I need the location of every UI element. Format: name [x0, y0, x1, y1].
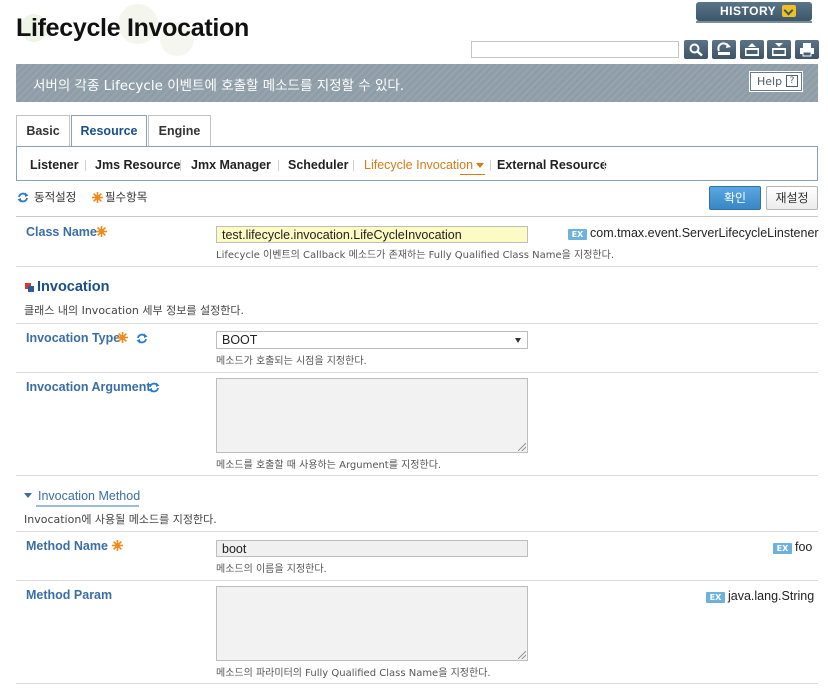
- subnav-separator: [490, 160, 491, 171]
- subnav-separator: [353, 160, 354, 171]
- divider: [16, 580, 818, 581]
- example-badge: EX: [568, 229, 587, 240]
- method-param-example: java.lang.String: [728, 589, 815, 603]
- subnav-separator: [180, 160, 181, 171]
- dropdown-arrow-icon: [515, 338, 521, 343]
- example-badge: EX: [773, 543, 792, 554]
- invocation-type-label: Invocation Type: [26, 331, 121, 345]
- divider: [16, 683, 818, 684]
- subnav-item-jms-resource[interactable]: Jms Resource: [95, 158, 180, 172]
- method-name-label: Method Name: [26, 539, 108, 553]
- section-underline: [36, 505, 139, 507]
- invocation-type-value: BOOT: [222, 333, 258, 347]
- legend-required-label: 필수항목: [105, 190, 148, 204]
- method-param-textarea[interactable]: [216, 586, 528, 661]
- subnav-item-listener[interactable]: Listener: [30, 158, 79, 172]
- help-button[interactable]: Help ?: [749, 71, 803, 92]
- tab-resource[interactable]: Resource: [71, 115, 147, 148]
- chevron-down-icon: [782, 5, 796, 17]
- method-name-help: 메소드의 이름을 지정한다.: [216, 564, 327, 575]
- history-label: HISTORY: [720, 4, 777, 18]
- description-banner: 서버의 각종 Lifecycle 이벤트에 호출할 메소드를 지정할 수 있다.…: [16, 64, 818, 102]
- subnav-item-scheduler[interactable]: Scheduler: [288, 158, 348, 172]
- invocation-argument-help: 메소드를 호출할 때 사용하는 Argument를 지정한다.: [216, 460, 442, 471]
- class-name-example: com.tmax.event.ServerLifecycleLinstener: [590, 226, 819, 240]
- magnifier-icon: [689, 43, 703, 57]
- subnav-separator: [85, 160, 86, 171]
- required-icon: [117, 332, 128, 343]
- required-icon: [112, 540, 123, 551]
- xml-icon: [772, 43, 786, 56]
- sync-icon: [17, 192, 29, 203]
- search-button[interactable]: [684, 40, 708, 59]
- divider: [16, 323, 818, 324]
- class-name-help: Lifecycle 이벤트의 Callback 메소드가 존재하는 Fully …: [216, 250, 615, 261]
- divider: [16, 475, 818, 476]
- divider: [16, 372, 818, 373]
- example-badge: EX: [706, 592, 725, 603]
- class-name-label: Class Name: [26, 225, 97, 239]
- history-divider: [696, 21, 812, 23]
- page-description: 서버의 각종 Lifecycle 이벤트에 호출할 메소드를 지정할 수 있다.: [33, 78, 405, 94]
- tab-engine[interactable]: Engine: [148, 115, 211, 147]
- divider: [16, 266, 818, 267]
- help-label: Help: [757, 75, 783, 88]
- invocation-type-help: 메소드가 호출되는 시점을 지정한다.: [216, 356, 367, 367]
- subnav-item-lifecycle-invocation[interactable]: Lifecycle Invocation: [364, 158, 473, 172]
- divider: [16, 216, 818, 217]
- section-icon: [25, 283, 34, 292]
- subnav-item-jmx-manager[interactable]: Jmx Manager: [191, 158, 271, 172]
- method-param-help: 메소드의 파라미터의 Fully Qualified Class Name을 지…: [216, 668, 491, 679]
- section-description-invocation-method: Invocation에 사용될 메소드를 지정한다.: [24, 513, 217, 526]
- subnav-separator: [278, 160, 279, 171]
- required-icon: [92, 192, 103, 203]
- resource-subnav: Listener Jms Resource Jmx Manager Schedu…: [16, 147, 818, 181]
- sync-icon: [136, 333, 148, 344]
- collapse-arrow-icon[interactable]: [24, 493, 32, 498]
- xml-icon: [745, 43, 759, 56]
- history-button[interactable]: HISTORY: [696, 2, 812, 21]
- subnav-item-external-resource[interactable]: External Resource: [497, 158, 607, 172]
- section-title-invocation-method[interactable]: Invocation Method: [38, 489, 140, 503]
- print-button[interactable]: [795, 40, 819, 59]
- xml-export-button[interactable]: [740, 40, 764, 59]
- active-indicator: [460, 174, 485, 175]
- section-description-invocation: 클래스 내의 Invocation 세부 정보를 설정한다.: [24, 304, 244, 317]
- question-icon: ?: [786, 75, 798, 87]
- caret-down-icon: [476, 163, 484, 168]
- confirm-button[interactable]: 확인: [709, 186, 761, 210]
- search-input[interactable]: [471, 41, 679, 58]
- print-icon: [800, 43, 814, 57]
- invocation-argument-label: Invocation Argument: [26, 380, 151, 394]
- legend-dynamic-label: 동적설정: [34, 190, 77, 204]
- method-name-example: foo: [795, 540, 813, 554]
- subnav-separator: [604, 160, 605, 171]
- class-name-input[interactable]: [216, 226, 528, 243]
- tab-basic[interactable]: Basic: [16, 115, 70, 147]
- resize-grip-icon[interactable]: [518, 651, 526, 659]
- invocation-argument-textarea[interactable]: [216, 378, 528, 453]
- invocation-type-select[interactable]: BOOT: [216, 331, 528, 349]
- reset-button[interactable]: 재설정: [766, 186, 818, 210]
- page-title: Lifecycle Invocation: [16, 14, 249, 42]
- xml-import-button[interactable]: [767, 40, 791, 59]
- refresh-icon: [717, 42, 731, 55]
- sync-icon: [148, 382, 160, 393]
- divider: [16, 531, 818, 532]
- refresh-button[interactable]: [712, 40, 736, 59]
- required-icon: [96, 226, 107, 237]
- resize-grip-icon[interactable]: [518, 443, 526, 451]
- method-name-input[interactable]: [216, 540, 528, 557]
- section-title-invocation: Invocation: [37, 279, 110, 295]
- method-param-label: Method Param: [26, 588, 113, 602]
